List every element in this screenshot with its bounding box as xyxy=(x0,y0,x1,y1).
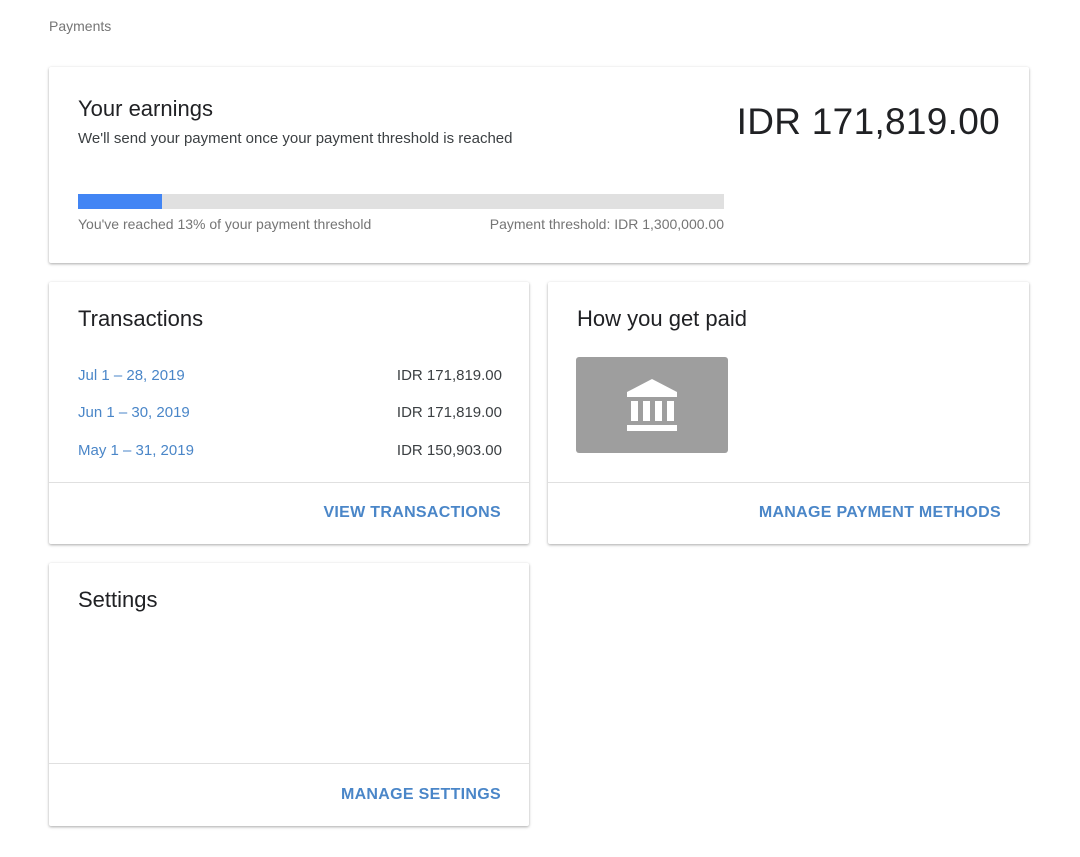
card-divider xyxy=(548,482,1029,483)
transactions-title: Transactions xyxy=(78,306,204,331)
transaction-amount: IDR 171,819.00 xyxy=(396,404,502,421)
earnings-title: Your earnings xyxy=(78,96,213,121)
transaction-row: May 1 – 31, 2019 IDR 150,903.00 xyxy=(78,442,502,464)
bank-icon xyxy=(627,379,677,431)
settings-title: Settings xyxy=(78,587,158,612)
manage-settings-button[interactable]: MANAGE SETTINGS xyxy=(341,786,501,804)
payment-method-tile[interactable] xyxy=(576,357,728,453)
get-paid-title: How you get paid xyxy=(577,306,747,331)
threshold-text: Payment threshold: IDR 1,300,000.00 xyxy=(489,216,724,232)
payments-page: Payments Your earnings We'll send your p… xyxy=(0,0,1080,857)
get-paid-card: How you get paid MANAGE PAYMENT METHODS xyxy=(548,282,1029,544)
threshold-progress-bar xyxy=(78,194,724,209)
transaction-amount: IDR 171,819.00 xyxy=(396,367,502,384)
breadcrumb: Payments xyxy=(49,18,112,34)
card-divider xyxy=(49,763,529,764)
transaction-date-link[interactable]: Jul 1 – 28, 2019 xyxy=(78,367,185,384)
transaction-date-link[interactable]: May 1 – 31, 2019 xyxy=(78,442,194,459)
earnings-subtitle: We'll send your payment once your paymen… xyxy=(78,130,513,147)
view-transactions-button[interactable]: VIEW TRANSACTIONS xyxy=(323,504,501,522)
manage-payment-methods-button[interactable]: MANAGE PAYMENT METHODS xyxy=(759,504,1001,522)
transaction-date-link[interactable]: Jun 1 – 30, 2019 xyxy=(78,404,190,421)
earnings-card: Your earnings We'll send your payment on… xyxy=(49,67,1029,263)
transaction-row: Jun 1 – 30, 2019 IDR 171,819.00 xyxy=(78,404,502,426)
transaction-row: Jul 1 – 28, 2019 IDR 171,819.00 xyxy=(78,367,502,389)
threshold-progress-fill xyxy=(78,194,162,209)
card-divider xyxy=(49,482,529,483)
earnings-amount: IDR 171,819.00 xyxy=(736,101,1000,142)
transaction-amount: IDR 150,903.00 xyxy=(396,442,502,459)
transactions-card: Transactions Jul 1 – 28, 2019 IDR 171,81… xyxy=(49,282,529,544)
settings-card: Settings MANAGE SETTINGS xyxy=(49,563,529,826)
